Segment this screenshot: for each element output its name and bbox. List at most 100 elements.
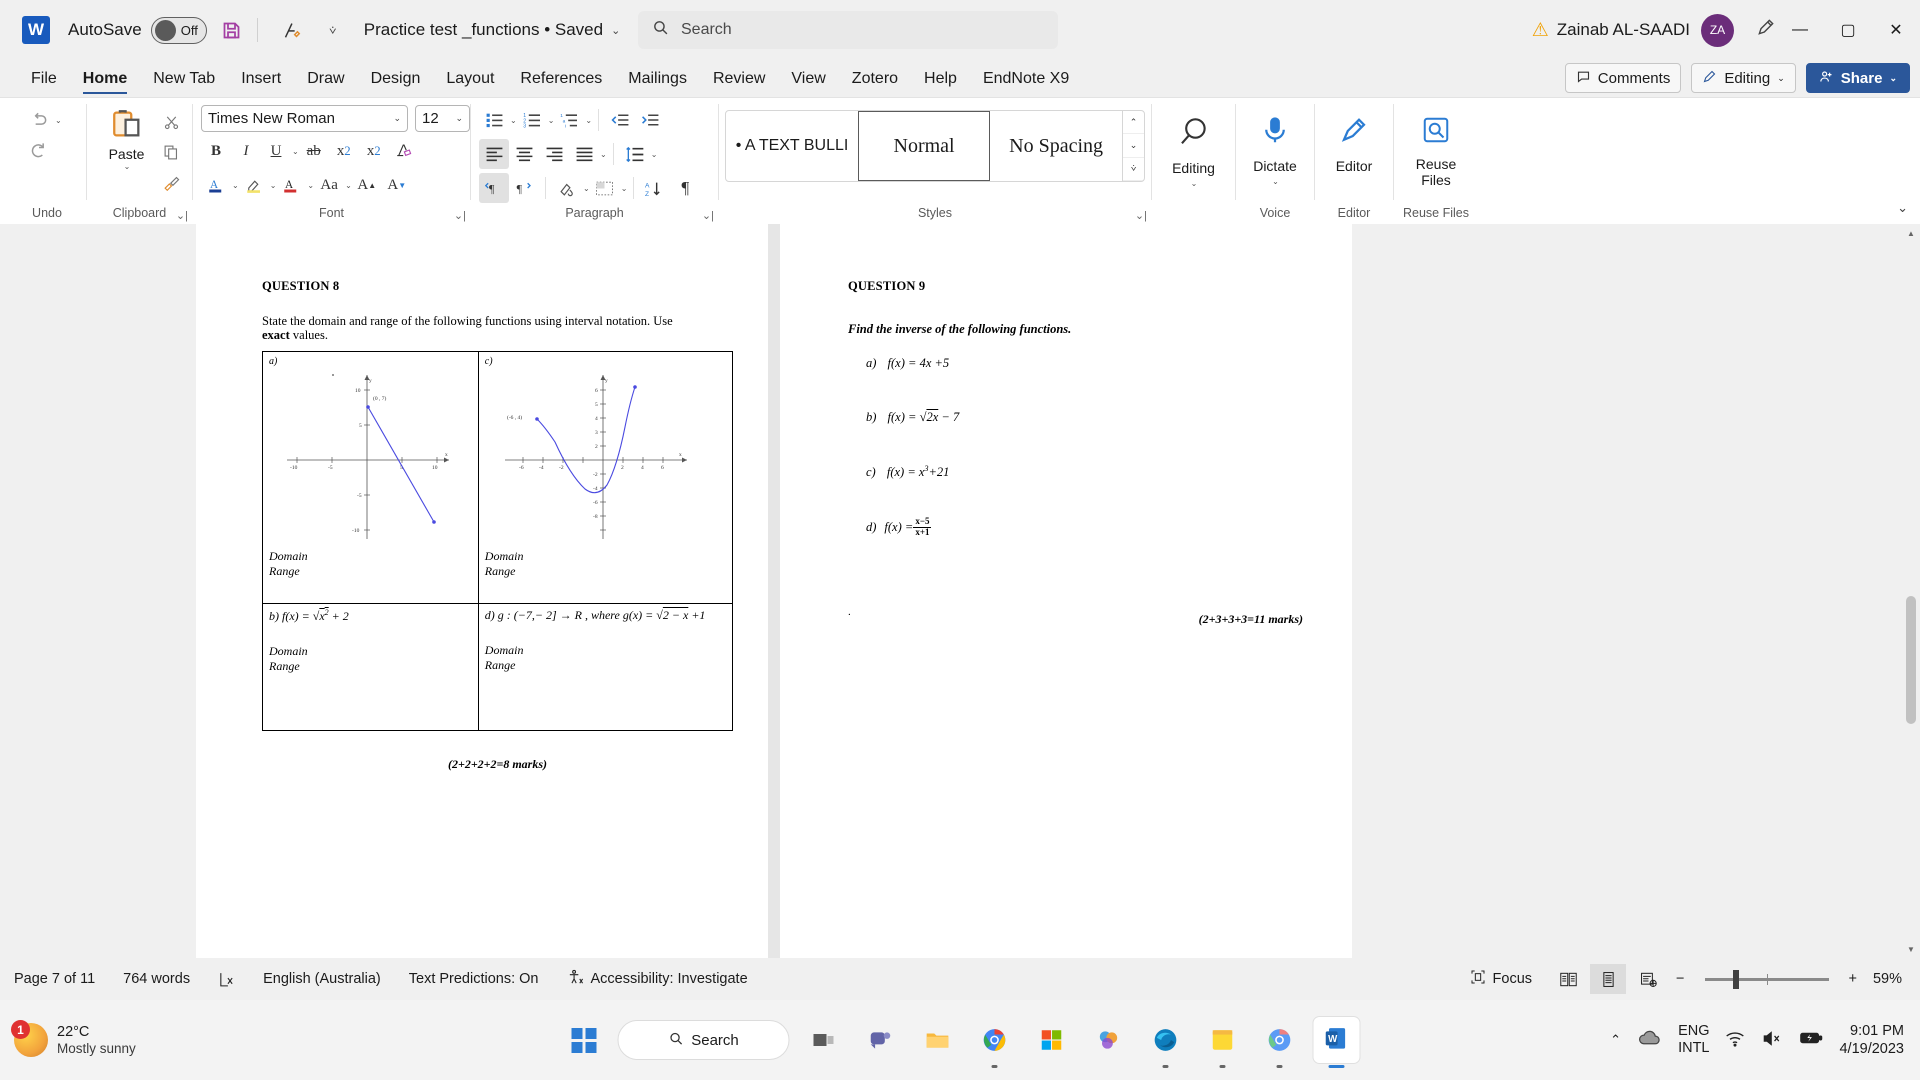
sticky-notes-icon[interactable]	[1200, 1017, 1246, 1068]
editing-mode-button[interactable]: Editing ⌄	[1691, 63, 1796, 93]
shading-icon[interactable]	[552, 173, 582, 203]
print-layout-button[interactable]	[1590, 964, 1627, 994]
text-color-icon[interactable]: A	[201, 170, 231, 200]
grow-font-icon[interactable]: A ▲	[352, 170, 382, 200]
task-view-icon[interactable]	[801, 1017, 847, 1063]
zoom-out-button[interactable]: −	[1670, 971, 1690, 987]
dictate-dropdown-icon[interactable]: ⌄	[1272, 177, 1279, 186]
line-spacing-icon[interactable]	[620, 139, 650, 169]
close-button[interactable]: ✕	[1872, 0, 1920, 60]
customize-toolbar-icon[interactable]: ⩒	[316, 13, 350, 47]
cut-icon[interactable]	[156, 107, 186, 137]
tab-zotero[interactable]: Zotero	[839, 70, 911, 97]
share-button[interactable]: Share ⌄	[1805, 63, 1910, 93]
multilevel-list-icon[interactable]: 1ai	[554, 105, 584, 135]
minimize-button[interactable]: —	[1776, 0, 1824, 60]
borders-dropdown-icon[interactable]: ⌄	[621, 184, 628, 193]
zoom-slider[interactable]	[1704, 969, 1829, 989]
scrollbar-thumb[interactable]	[1906, 596, 1916, 724]
format-painter-icon[interactable]	[156, 167, 186, 197]
save-icon[interactable]	[215, 13, 249, 47]
avatar[interactable]: ZA	[1701, 13, 1734, 47]
chrome-beta-icon[interactable]	[1257, 1017, 1303, 1068]
styles-scroll-up-icon[interactable]: ⌃	[1123, 111, 1144, 135]
styles-gallery[interactable]: • A TEXT BULLI Normal No Spacing ⌃ ⌄ ⩒	[725, 110, 1145, 182]
numbered-dropdown-icon[interactable]: ⌄	[548, 116, 555, 125]
text-predictions-indicator[interactable]: Text Predictions: On	[395, 971, 553, 987]
title-chevron-icon[interactable]: ⌄	[611, 24, 620, 37]
superscript-button[interactable]: x2	[359, 136, 389, 166]
styles-scroll[interactable]: ⌃ ⌄ ⩒	[1122, 111, 1144, 181]
teams-icon[interactable]	[858, 1017, 904, 1063]
align-right-button[interactable]	[539, 139, 569, 169]
search-input[interactable]: Search	[638, 11, 1058, 49]
editor-button[interactable]: Editor	[1321, 105, 1387, 201]
pen-icon[interactable]	[1756, 17, 1776, 43]
autosave-toggle[interactable]: Off	[150, 16, 207, 44]
undo-button[interactable]	[24, 105, 54, 135]
tab-file[interactable]: File	[18, 70, 70, 97]
redo-button[interactable]	[24, 135, 54, 165]
table-cell-b[interactable]: b) f(x) = √x2 + 2 Domain Range	[262, 602, 479, 731]
table-cell-a[interactable]: a) -10 -5 5 10 10 5 -5 -10 y x (0 , 7) D…	[262, 350, 479, 604]
dictate-button[interactable]: Dictate ⌄	[1242, 105, 1308, 201]
change-case-dropdown-icon[interactable]: ⌄	[345, 181, 352, 190]
sort-icon[interactable]: AZ	[640, 173, 670, 203]
paragraph-dialog-launcher[interactable]: ⌄|	[702, 209, 714, 222]
italic-button[interactable]: I	[231, 136, 261, 166]
onedrive-icon[interactable]	[1637, 1029, 1662, 1051]
maximize-button[interactable]: ▢	[1824, 0, 1872, 60]
document-page-left[interactable]: QUESTION 8 State the domain and range of…	[196, 224, 768, 958]
text-color-dropdown-icon[interactable]: ⌄	[232, 181, 239, 190]
bullet-list-icon[interactable]	[479, 105, 509, 135]
clipboard-dialog-launcher[interactable]: ⌄|	[176, 209, 188, 222]
page-indicator[interactable]: Page 7 of 11	[0, 971, 109, 987]
reuse-files-button[interactable]: Reuse Files	[1400, 105, 1472, 201]
file-explorer-icon[interactable]	[915, 1017, 961, 1063]
numbered-list-icon[interactable]: 123	[517, 105, 547, 135]
table-cell-d[interactable]: d) g : (−7,− 2] → R , where g(x) = √2 − …	[477, 602, 734, 731]
style-item-no-spacing[interactable]: No Spacing	[990, 111, 1122, 181]
copy-icon[interactable]	[156, 137, 186, 167]
volume-muted-icon[interactable]	[1761, 1030, 1783, 1051]
tab-references[interactable]: References	[507, 70, 615, 97]
weather-widget[interactable]: 1 22°C Mostly sunny	[0, 1020, 136, 1058]
wifi-icon[interactable]	[1725, 1030, 1745, 1051]
undo-dropdown-icon[interactable]: ⌄	[55, 116, 62, 125]
font-name-input[interactable]: Times New Roman ⌄	[201, 105, 408, 132]
highlight-dropdown-icon[interactable]: ⌄	[270, 181, 277, 190]
decrease-indent-icon[interactable]	[605, 105, 635, 135]
show-formatting-marks-icon[interactable]: ¶	[670, 173, 700, 203]
bold-button[interactable]: B	[201, 136, 231, 166]
tab-review[interactable]: Review	[700, 70, 778, 97]
windows-start-icon[interactable]	[561, 1017, 607, 1063]
zoom-level[interactable]: 59%	[1867, 971, 1908, 987]
align-left-button[interactable]	[479, 139, 509, 169]
language-indicator-tray[interactable]: ENG INTL	[1678, 1023, 1709, 1058]
tab-insert[interactable]: Insert	[228, 70, 294, 97]
taskbar-search[interactable]: Search	[617, 1020, 790, 1060]
battery-charging-icon[interactable]	[1799, 1030, 1823, 1050]
font-color-dropdown-icon[interactable]: ⌄	[307, 181, 314, 190]
paste-dropdown-icon[interactable]: ⌄	[124, 162, 131, 171]
editor-pen-icon[interactable]	[274, 13, 308, 47]
vertical-scrollbar[interactable]: ▲ ▼	[1902, 224, 1920, 958]
spelling-check-icon[interactable]	[204, 971, 249, 988]
multilevel-dropdown-icon[interactable]: ⌄	[585, 116, 592, 125]
document-page-right[interactable]: QUESTION 9 Find the inverse of the follo…	[780, 224, 1352, 958]
read-mode-button[interactable]	[1550, 964, 1586, 994]
editing-dropdown-icon[interactable]: ⌄	[1191, 179, 1198, 188]
store-icon[interactable]	[1029, 1017, 1075, 1063]
scroll-down-icon[interactable]: ▼	[1902, 940, 1920, 958]
editing-find-button[interactable]: Editing ⌄	[1158, 105, 1229, 201]
edge-icon[interactable]	[1143, 1017, 1189, 1068]
align-center-button[interactable]	[509, 139, 539, 169]
chevron-down-icon[interactable]: ⌄	[393, 113, 401, 124]
tab-layout[interactable]: Layout	[433, 70, 507, 97]
zoom-slider-thumb[interactable]	[1732, 969, 1739, 989]
tab-new-tab[interactable]: New Tab	[140, 70, 228, 97]
underline-button[interactable]: U	[261, 136, 291, 166]
shading-dropdown-icon[interactable]: ⌄	[583, 184, 590, 193]
styles-scroll-down-icon[interactable]: ⌄	[1123, 134, 1144, 158]
underline-dropdown-icon[interactable]: ⌄	[292, 147, 299, 156]
